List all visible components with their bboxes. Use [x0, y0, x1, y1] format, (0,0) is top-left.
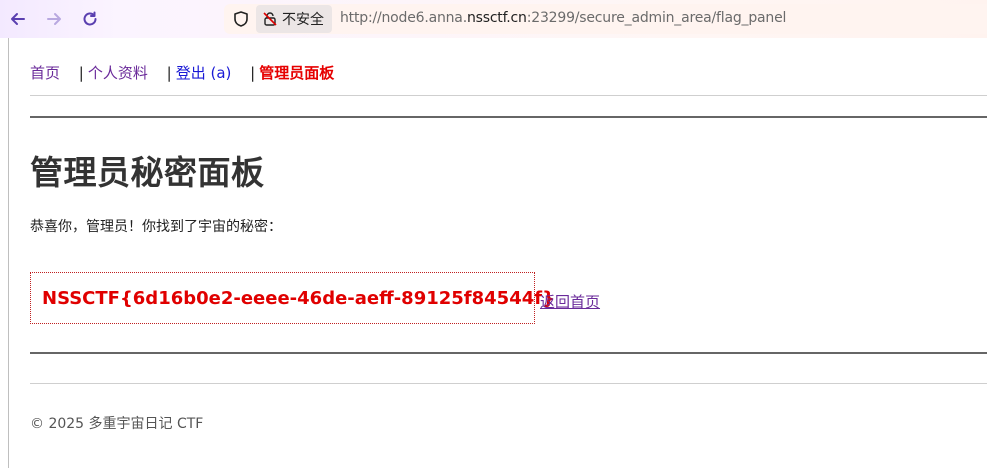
security-label: 不安全: [282, 12, 324, 28]
footer-copyright: © 2025 多重宇宙日记 CTF: [30, 416, 204, 432]
divider: [30, 95, 987, 96]
back-button[interactable]: [6, 7, 30, 31]
arrow-right-icon: [47, 13, 61, 25]
nav-logout-link[interactable]: 登出 (a): [176, 64, 232, 82]
forward-button[interactable]: [42, 7, 66, 31]
reload-button[interactable]: [78, 7, 102, 31]
page-title: 管理员秘密面板: [30, 153, 265, 192]
address-bar[interactable]: 不安全 http://node6.anna.nssctf.cn:23299/se…: [224, 4, 987, 34]
arrow-left-icon: [11, 13, 25, 25]
divider: [30, 352, 987, 354]
shield-icon[interactable]: [232, 10, 250, 28]
url-text[interactable]: http://node6.anna.nssctf.cn:23299/secure…: [340, 10, 786, 26]
nav-profile-link[interactable]: 个人资料: [88, 64, 148, 82]
reload-icon: [83, 11, 97, 26]
url-path: :23299/secure_admin_area/flag_panel: [526, 10, 787, 26]
url-prefix: http://node6.anna.: [340, 10, 467, 26]
nav-separator: |: [78, 64, 84, 82]
divider: [30, 116, 987, 118]
url-host: nssctf.cn: [466, 10, 527, 26]
divider: [30, 383, 987, 384]
flag-display: NSSCTF{6d16b0e2-eeee-46de-aeff-89125f845…: [30, 272, 555, 324]
browser-toolbar: 不安全 http://node6.anna.nssctf.cn:23299/se…: [0, 0, 987, 38]
back-home-link[interactable]: 返回首页: [540, 291, 600, 312]
congrats-message: 恭喜你，管理员！你找到了宇宙的秘密：: [30, 219, 282, 235]
nav-separator: |: [166, 64, 172, 82]
insecure-lock-icon: [263, 12, 277, 26]
nav-separator: |: [250, 64, 256, 82]
page-content: 首页 | 个人资料 | 登出 (a) | 管理员面板 管理员秘密面板 恭喜你，管理员！…: [8, 38, 987, 468]
top-navigation: 首页 | 个人资料 | 登出 (a) | 管理员面板: [30, 62, 334, 83]
security-indicator[interactable]: 不安全: [256, 5, 332, 33]
nav-home-link[interactable]: 首页: [30, 64, 60, 82]
nav-admin-link[interactable]: 管理员面板: [259, 64, 334, 82]
